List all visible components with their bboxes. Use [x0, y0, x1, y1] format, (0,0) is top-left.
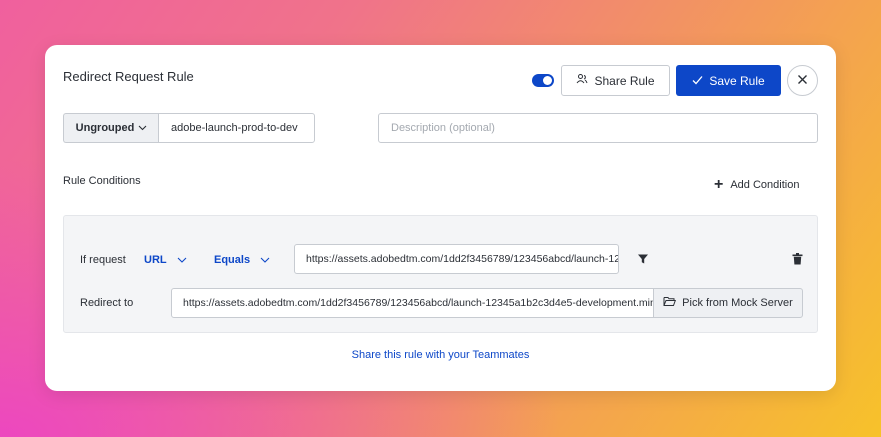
plus-icon: + — [714, 176, 724, 193]
add-condition-label: Add Condition — [730, 179, 800, 191]
operator-value: Equals — [214, 254, 251, 266]
redirect-url-input[interactable]: https://assets.adobedtm.com/1dd2f3456789… — [171, 288, 654, 318]
rule-conditions-heading: Rule Conditions — [63, 175, 141, 187]
share-people-icon — [576, 73, 588, 88]
match-key-select[interactable]: URL — [144, 254, 187, 266]
folder-open-icon — [663, 296, 677, 310]
share-with-teammates-link[interactable]: Share this rule with your Teammates — [45, 349, 836, 361]
chevron-down-icon — [260, 254, 270, 266]
close-icon — [797, 72, 808, 90]
redirect-to-label: Redirect to — [80, 297, 134, 309]
rule-editor-card: Redirect Request Rule Share Rule Save Ru… — [45, 45, 836, 391]
save-rule-label: Save Rule — [709, 73, 765, 88]
source-url-input[interactable]: https://assets.adobedtm.com/1dd2f3456789… — [294, 244, 619, 274]
if-request-label: If request — [80, 254, 126, 266]
mock-server-label: Pick from Mock Server — [682, 297, 793, 309]
match-key-value: URL — [144, 254, 167, 266]
close-button[interactable] — [787, 65, 818, 96]
group-select[interactable]: Ungrouped — [63, 113, 159, 143]
pick-from-mock-server-button[interactable]: Pick from Mock Server — [653, 288, 803, 318]
operator-select[interactable]: Equals — [214, 254, 270, 266]
chevron-down-icon — [177, 254, 187, 266]
add-condition-button[interactable]: + Add Condition — [714, 176, 800, 193]
save-rule-button[interactable]: Save Rule — [676, 65, 781, 96]
condition-panel: If request URL Equals https://assets.ado… — [63, 215, 818, 333]
check-icon — [692, 74, 703, 88]
share-rule-button[interactable]: Share Rule — [561, 65, 670, 96]
trash-icon[interactable] — [792, 252, 803, 270]
chevron-down-icon — [138, 122, 147, 134]
description-input[interactable]: Description (optional) — [378, 113, 818, 143]
toggle-knob — [543, 76, 552, 85]
group-select-value: Ungrouped — [75, 122, 135, 134]
page-title: Redirect Request Rule — [63, 69, 194, 84]
filter-icon[interactable] — [637, 252, 649, 270]
share-rule-label: Share Rule — [594, 73, 655, 88]
rule-name-input[interactable]: adobe-launch-prod-to-dev — [158, 113, 315, 143]
rule-status-toggle[interactable] — [532, 74, 554, 87]
